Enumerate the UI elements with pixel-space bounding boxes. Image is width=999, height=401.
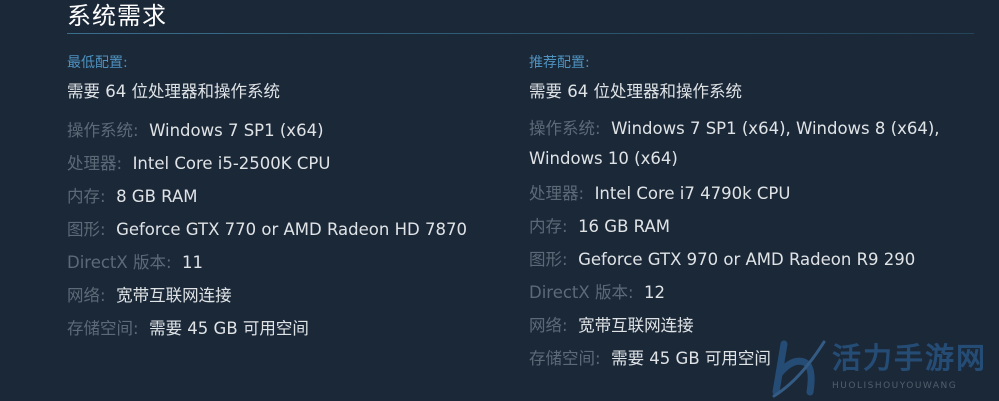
spec-value: 8 GB RAM — [116, 187, 198, 206]
minimum-requirements: 最低配置: 需要 64 位处理器和操作系统 操作系统: Windows 7 SP… — [67, 53, 507, 345]
minimum-64bit-note: 需要 64 位处理器和操作系统 — [67, 82, 280, 101]
spec-label: 网络: — [529, 316, 568, 335]
recommended-os-row: 操作系统: Windows 7 SP1 (x64), Windows 8 (x6… — [529, 114, 969, 174]
minimum-directx-row: DirectX 版本: 11 — [67, 246, 507, 279]
section-title: 系统需求 — [67, 2, 167, 30]
spec-label: 处理器: — [529, 184, 585, 203]
spec-value: 11 — [182, 253, 204, 272]
minimum-heading: 最低配置: — [67, 55, 128, 71]
spec-label: DirectX 版本: — [529, 283, 634, 302]
spec-value: 宽带互联网连接 — [578, 316, 694, 335]
recommended-heading: 推荐配置: — [529, 55, 590, 71]
spec-value: 16 GB RAM — [578, 217, 670, 236]
spec-label: 图形: — [529, 250, 568, 269]
minimum-os-row: 操作系统: Windows 7 SP1 (x64) — [67, 114, 507, 147]
spec-value: 需要 45 GB 可用空间 — [611, 349, 771, 368]
watermark-chinese-name: 活力手游网 — [832, 341, 988, 375]
recommended-cpu-row: 处理器: Intel Core i7 4790k CPU — [529, 177, 969, 210]
spec-value: Intel Core i5-2500K CPU — [132, 154, 331, 173]
title-divider — [67, 33, 974, 34]
site-watermark: 活力手游网 HUOLISHOUYOUWANG — [770, 338, 995, 398]
spec-label: 图形: — [67, 220, 106, 239]
spec-label: 内存: — [529, 217, 568, 236]
spec-value: Intel Core i7 4790k CPU — [594, 184, 791, 203]
spec-value: Geforce GTX 770 or AMD Radeon HD 7870 — [116, 220, 467, 239]
minimum-network-row: 网络: 宽带互联网连接 — [67, 279, 507, 312]
spec-value: Windows 7 SP1 (x64) — [149, 121, 324, 140]
spec-label: DirectX 版本: — [67, 253, 172, 272]
recommended-64bit-note: 需要 64 位处理器和操作系统 — [529, 82, 742, 101]
spec-value: Geforce GTX 970 or AMD Radeon R9 290 — [578, 250, 916, 269]
spec-label: 存储空间: — [529, 349, 601, 368]
recommended-graphics-row: 图形: Geforce GTX 970 or AMD Radeon R9 290 — [529, 243, 969, 276]
recommended-directx-row: DirectX 版本: 12 — [529, 276, 969, 309]
minimum-memory-row: 内存: 8 GB RAM — [67, 180, 507, 213]
minimum-cpu-row: 处理器: Intel Core i5-2500K CPU — [67, 147, 507, 180]
spec-label: 网络: — [67, 286, 106, 305]
spec-value: 需要 45 GB 可用空间 — [149, 319, 309, 338]
spec-label: 操作系统: — [529, 119, 601, 138]
minimum-graphics-row: 图形: Geforce GTX 770 or AMD Radeon HD 787… — [67, 213, 507, 246]
spec-value: 宽带互联网连接 — [116, 286, 232, 305]
spec-value: Windows 7 SP1 (x64), Windows 8 (x64), — [611, 119, 940, 138]
spec-value-continued: Windows 10 (x64) — [529, 149, 678, 168]
spec-label: 存储空间: — [67, 319, 139, 338]
recommended-requirements: 推荐配置: 需要 64 位处理器和操作系统 操作系统: Windows 7 SP… — [529, 53, 969, 375]
h-logo-icon — [772, 340, 826, 398]
spec-label: 操作系统: — [67, 121, 139, 140]
minimum-storage-row: 存储空间: 需要 45 GB 可用空间 — [67, 312, 507, 345]
watermark-english-name: HUOLISHOUYOUWANG — [832, 381, 958, 391]
spec-label: 内存: — [67, 187, 106, 206]
recommended-memory-row: 内存: 16 GB RAM — [529, 210, 969, 243]
spec-label: 处理器: — [67, 154, 123, 173]
spec-value: 12 — [644, 283, 666, 302]
